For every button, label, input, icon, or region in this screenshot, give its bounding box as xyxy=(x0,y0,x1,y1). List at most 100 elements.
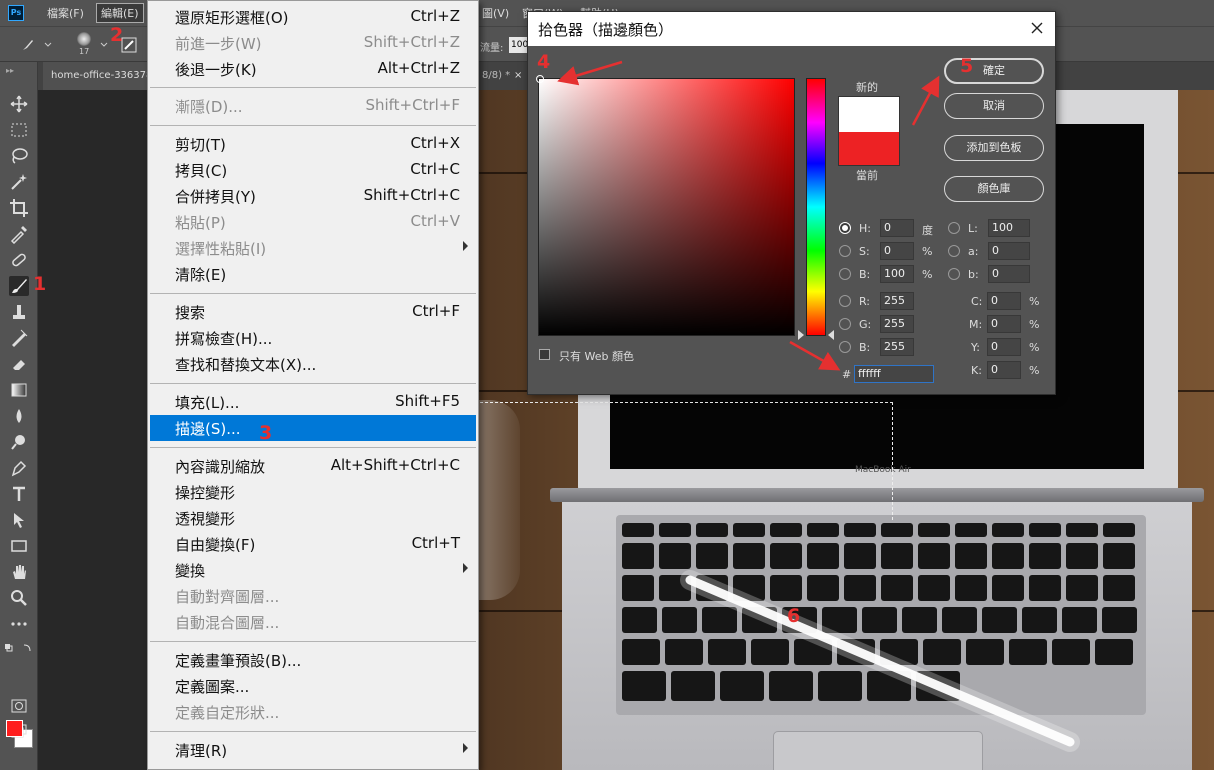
red-input[interactable]: 255 xyxy=(880,292,914,310)
hex-input[interactable]: ffffff xyxy=(854,365,934,383)
green-input[interactable]: 255 xyxy=(880,315,914,333)
brush-preset-icon[interactable] xyxy=(22,39,34,51)
menu-item-fade[interactable]: 漸隱(D)... Shift+Ctrl+F xyxy=(150,93,476,119)
brush-tip-icon[interactable] xyxy=(77,32,91,46)
menu-item-cut[interactable]: 剪切(T) Ctrl+X xyxy=(150,131,476,157)
black-input[interactable]: 0 xyxy=(987,361,1021,379)
menu-item-fill[interactable]: 填充(L)... Shift+F5 xyxy=(150,389,476,415)
menu-separator xyxy=(150,447,476,448)
lab-b-input[interactable]: 0 xyxy=(988,265,1030,283)
menu-item-purge[interactable]: 清理(R) xyxy=(150,737,476,763)
move-tool-icon[interactable] xyxy=(9,94,29,114)
brush-panel-icon[interactable] xyxy=(121,37,137,53)
menu-item-shortcut: Alt+Shift+Ctrl+C xyxy=(330,456,460,474)
menu-view[interactable]: 圖(V) xyxy=(482,5,509,21)
lasso-tool-icon[interactable] xyxy=(9,146,29,166)
color-libraries-button[interactable]: 顏色庫 xyxy=(944,176,1044,202)
menu-item-define-brush-preset[interactable]: 定義畫筆預設(B)... xyxy=(150,647,476,673)
menu-item-label: 定義畫筆預設(B)... xyxy=(175,652,302,670)
history-brush-tool-icon[interactable] xyxy=(9,328,29,348)
current-color-swatch[interactable] xyxy=(838,132,900,166)
menu-item-free-transform[interactable]: 自由變換(F) Ctrl+T xyxy=(150,531,476,557)
green-radio[interactable] xyxy=(839,318,851,330)
more-tools-icon[interactable] xyxy=(9,614,29,634)
add-to-swatches-button[interactable]: 添加到色板 xyxy=(944,135,1044,161)
blur-tool-icon[interactable] xyxy=(9,406,29,426)
chevron-down-icon[interactable] xyxy=(44,41,52,49)
menu-item-copy-merged[interactable]: 合併拷貝(Y) Shift+Ctrl+C xyxy=(150,183,476,209)
menu-item-step-backward[interactable]: 後退一步(K) Alt+Ctrl+Z xyxy=(150,56,476,82)
close-icon[interactable] xyxy=(1027,18,1047,38)
quick-mask-icon[interactable] xyxy=(9,696,29,716)
eraser-tool-icon[interactable] xyxy=(9,354,29,374)
cyan-input[interactable]: 0 xyxy=(987,292,1021,310)
hue-slider-handle-right[interactable] xyxy=(828,330,834,340)
saturation-radio[interactable] xyxy=(839,245,851,257)
menu-item-auto-align-layers[interactable]: 自動對齊圖層... xyxy=(150,583,476,609)
menu-item-shortcut: Shift+Ctrl+C xyxy=(363,186,460,204)
brightness-radio[interactable] xyxy=(839,268,851,280)
path-select-tool-icon[interactable] xyxy=(9,510,29,530)
hue-radio[interactable] xyxy=(839,222,851,234)
menu-item-undo[interactable]: 還原矩形選框(O) Ctrl+Z xyxy=(150,4,476,30)
brush-tool-icon[interactable] xyxy=(9,276,29,296)
hue-slider-handle-left[interactable] xyxy=(798,330,804,340)
foreground-color-swatch[interactable] xyxy=(6,720,23,737)
menu-file[interactable]: 檔案(F) xyxy=(47,5,84,21)
menu-item-puppet-warp[interactable]: 操控變形 xyxy=(150,479,476,505)
yellow-input[interactable]: 0 xyxy=(987,338,1021,356)
brightness-input[interactable]: 100 xyxy=(880,265,914,283)
eyedropper-tool-icon[interactable] xyxy=(9,224,29,245)
blue-radio[interactable] xyxy=(839,341,851,353)
marquee-tool-icon[interactable] xyxy=(9,120,29,140)
healing-tool-icon[interactable] xyxy=(9,250,29,270)
color-field-marker[interactable] xyxy=(536,75,544,83)
menu-item-transform[interactable]: 變換 xyxy=(150,557,476,583)
menu-item-clear[interactable]: 清除(E) xyxy=(150,261,476,287)
saturation-input[interactable]: 0 xyxy=(880,242,914,260)
shape-tool-icon[interactable] xyxy=(9,536,29,556)
menu-item-perspective-warp[interactable]: 透視變形 xyxy=(150,505,476,531)
zoom-tool-icon[interactable] xyxy=(9,588,29,608)
menu-item-label: 透視變形 xyxy=(175,510,236,528)
saturation-brightness-field[interactable] xyxy=(538,78,795,336)
hand-tool-icon[interactable] xyxy=(9,562,29,582)
cancel-button[interactable]: 取消 xyxy=(944,93,1044,119)
menu-item-search[interactable]: 搜索 Ctrl+F xyxy=(150,299,476,325)
menu-item-stroke[interactable]: 描邊(S)... xyxy=(150,415,476,441)
menu-item-paste-special[interactable]: 選擇性粘貼(I) xyxy=(150,235,476,261)
menu-item-copy[interactable]: 拷貝(C) Ctrl+C xyxy=(150,157,476,183)
type-tool-icon[interactable] xyxy=(9,484,29,504)
swap-colors-icon[interactable] xyxy=(4,642,34,654)
stamp-tool-icon[interactable] xyxy=(9,302,29,322)
chevron-down-icon[interactable] xyxy=(100,41,108,49)
panel-grip-icon[interactable]: ▸▸ xyxy=(6,66,14,75)
menu-item-define-custom-shape[interactable]: 定義自定形狀... xyxy=(150,699,476,725)
pen-tool-icon[interactable] xyxy=(9,458,29,478)
magic-wand-tool-icon[interactable] xyxy=(9,172,29,192)
menu-item-define-pattern[interactable]: 定義圖案... xyxy=(150,673,476,699)
hue-input[interactable]: 0 xyxy=(880,219,914,237)
dodge-tool-icon[interactable] xyxy=(9,432,29,452)
lab-a-input[interactable]: 0 xyxy=(988,242,1030,260)
lab-l-radio[interactable] xyxy=(948,222,960,234)
menu-edit[interactable]: 編輯(E) xyxy=(96,3,144,23)
web-colors-only-checkbox[interactable] xyxy=(539,349,550,360)
hue-slider[interactable] xyxy=(806,78,826,336)
crop-tool-icon[interactable] xyxy=(9,198,29,218)
red-radio[interactable] xyxy=(839,295,851,307)
menu-item-content-aware-scale[interactable]: 內容識別縮放 Alt+Shift+Ctrl+C xyxy=(150,453,476,479)
blue-input[interactable]: 255 xyxy=(880,338,914,356)
menu-item-check-spelling[interactable]: 拼寫檢查(H)... xyxy=(150,325,476,351)
ok-button[interactable]: 確定 xyxy=(944,58,1044,84)
gradient-tool-icon[interactable] xyxy=(9,380,29,400)
menu-item-find-replace-text[interactable]: 查找和替換文本(X)... xyxy=(150,351,476,377)
menu-item-paste[interactable]: 粘貼(P) Ctrl+V xyxy=(150,209,476,235)
close-tab-icon[interactable]: × xyxy=(514,70,522,81)
menu-item-step-forward[interactable]: 前進一步(W) Shift+Ctrl+Z xyxy=(150,30,476,56)
lab-l-input[interactable]: 100 xyxy=(988,219,1030,237)
magenta-input[interactable]: 0 xyxy=(987,315,1021,333)
lab-b-radio[interactable] xyxy=(948,268,960,280)
menu-item-auto-blend-layers[interactable]: 自動混合圖層... xyxy=(150,609,476,635)
lab-a-radio[interactable] xyxy=(948,245,960,257)
